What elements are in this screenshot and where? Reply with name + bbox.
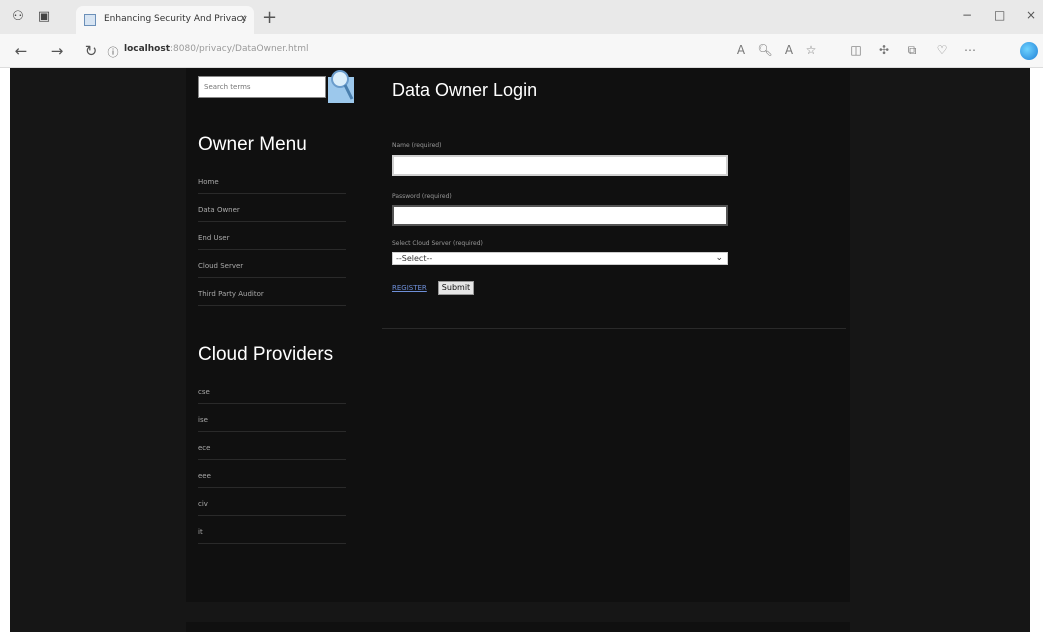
close-window-icon[interactable]: × — [1026, 8, 1036, 22]
content-container: Owner Menu Home Data Owner End User Clou… — [186, 68, 850, 602]
extensions-icon[interactable]: ✣ — [876, 43, 892, 57]
owner-menu-list: Home Data Owner End User Cloud Server Th… — [198, 166, 346, 306]
owner-menu-item-cloud-server[interactable]: Cloud Server — [198, 250, 346, 278]
read-aloud-icon[interactable]: A — [733, 43, 749, 57]
web-page: Owner Menu Home Data Owner End User Clou… — [0, 68, 1043, 632]
browser-tab[interactable]: Enhancing Security And Privacy x — [76, 6, 254, 34]
owner-menu-title: Owner Menu — [198, 134, 307, 155]
copilot-icon[interactable] — [1020, 42, 1038, 60]
password-field[interactable] — [392, 205, 728, 226]
address-bar: ← → ↻ ⓘ localhost:8080/privacy/DataOwner… — [0, 34, 1043, 68]
page-title: Data Owner Login — [392, 80, 538, 100]
chevron-down-icon: ⌄ — [715, 253, 723, 263]
provider-item[interactable]: ece — [198, 432, 346, 460]
tab-actions-icon[interactable]: ▣ — [36, 9, 52, 25]
minimize-icon[interactable]: − — [962, 8, 972, 22]
name-field[interactable] — [392, 155, 728, 176]
tab-title: Enhancing Security And Privacy — [104, 14, 247, 24]
profile-icon[interactable]: ⚇ — [10, 9, 26, 25]
url-field[interactable]: localhost:8080/privacy/DataOwner.html — [124, 44, 308, 54]
browser-essentials-icon[interactable]: ♡ — [934, 43, 950, 57]
cloud-providers-title: Cloud Providers — [198, 344, 334, 365]
name-label: Name (required) — [392, 142, 442, 149]
provider-item[interactable]: civ — [198, 488, 346, 516]
favorite-star-icon[interactable]: ☆ — [803, 43, 819, 57]
footer — [186, 622, 850, 632]
url-path: :8080/privacy/DataOwner.html — [170, 44, 309, 54]
zoom-icon[interactable]: 🔍︎ — [757, 43, 773, 57]
site-info-icon[interactable]: ⓘ — [104, 44, 122, 60]
provider-item[interactable]: cse — [198, 376, 346, 404]
cloud-providers-list: cse ise ece eee civ it — [198, 376, 346, 544]
refresh-icon[interactable]: ↻ — [82, 42, 100, 60]
cloud-server-select[interactable]: --Select-- ⌄ — [392, 252, 728, 265]
cloud-server-label: Select Cloud Server (required) — [392, 240, 483, 247]
split-screen-icon[interactable]: ◫ — [848, 43, 864, 57]
provider-item[interactable]: it — [198, 516, 346, 544]
register-link[interactable]: REGISTER — [392, 284, 427, 292]
owner-menu-item-home[interactable]: Home — [198, 166, 346, 194]
submit-button[interactable]: Submit — [438, 281, 474, 295]
cloud-server-selected-value: --Select-- — [396, 254, 433, 263]
browser-tab-bar: ⚇ ▣ Enhancing Security And Privacy x + −… — [0, 0, 1043, 34]
owner-menu-item-third-party-auditor[interactable]: Third Party Auditor — [198, 278, 346, 306]
provider-item[interactable]: eee — [198, 460, 346, 488]
back-icon[interactable]: ← — [12, 42, 30, 60]
owner-menu-item-end-user[interactable]: End User — [198, 222, 346, 250]
search-input[interactable] — [198, 76, 326, 98]
forward-icon[interactable]: → — [48, 42, 66, 60]
more-options-icon[interactable]: ⋯ — [962, 43, 978, 57]
provider-item[interactable]: ise — [198, 404, 346, 432]
page-favicon-icon — [84, 14, 96, 26]
password-label: Password (required) — [392, 193, 452, 200]
tab-close-icon[interactable]: x — [240, 13, 246, 24]
maximize-icon[interactable]: □ — [994, 8, 1005, 22]
search-icon[interactable] — [328, 69, 354, 105]
new-tab-button[interactable]: + — [262, 7, 277, 28]
url-host: localhost — [124, 44, 171, 54]
content-divider — [382, 328, 846, 329]
translate-icon[interactable]: A — [781, 43, 797, 57]
owner-menu-item-data-owner[interactable]: Data Owner — [198, 194, 346, 222]
collections-icon[interactable]: ⧉ — [904, 43, 920, 58]
